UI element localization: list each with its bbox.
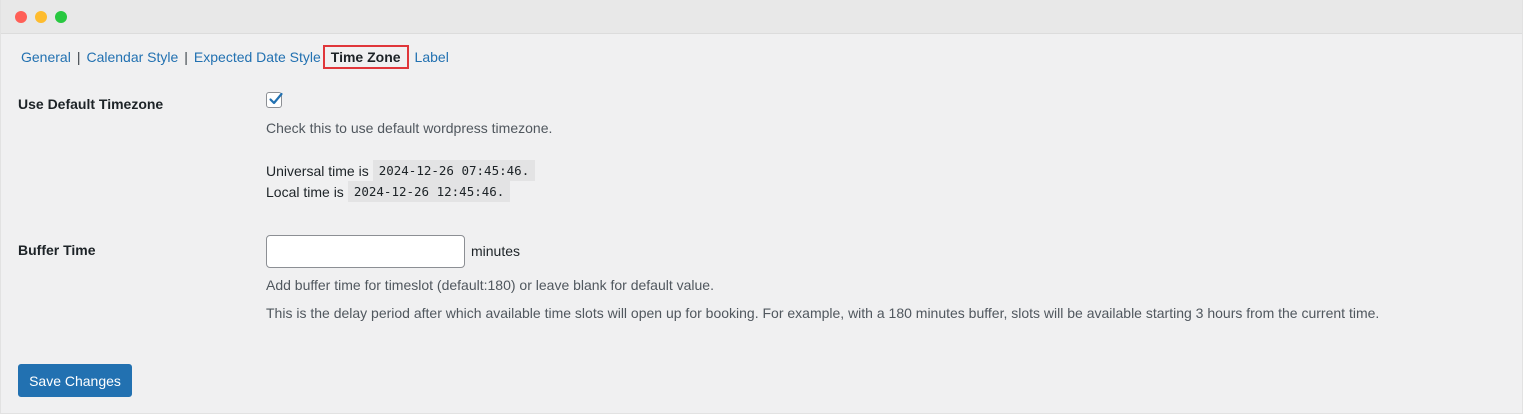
universal-time-line: Universal time is 2024-12-26 07:45:46. — [266, 160, 536, 181]
buffer-help-text: Add buffer time for timeslot (default:18… — [266, 277, 714, 293]
tab-calendar-style[interactable]: Calendar Style — [86, 49, 178, 65]
buffer-time-input[interactable] — [266, 235, 465, 268]
minimize-window-icon[interactable] — [35, 11, 47, 23]
universal-time-value: 2024-12-26 07:45:46. — [372, 160, 536, 181]
use-default-timezone-label: Use Default Timezone — [18, 96, 164, 112]
local-time-value: 2024-12-26 12:45:46. — [347, 181, 511, 202]
tab-expected-date-style[interactable]: Expected Date Style — [194, 49, 321, 65]
local-time-prefix: Local time is — [266, 183, 344, 200]
buffer-explanation-text: This is the delay period after which ava… — [266, 305, 1380, 321]
tab-separator: | — [76, 49, 81, 65]
settings-tabs: General | Calendar Style | Expected Date… — [21, 44, 449, 70]
tab-label[interactable]: Label — [415, 49, 449, 65]
timezone-description: Check this to use default wordpress time… — [266, 120, 553, 136]
title-bar — [1, 0, 1522, 34]
close-window-icon[interactable] — [15, 11, 27, 23]
maximize-window-icon[interactable] — [55, 11, 67, 23]
tab-time-zone[interactable]: Time Zone — [322, 45, 409, 69]
universal-time-prefix: Universal time is — [266, 162, 369, 179]
tab-separator: | — [184, 49, 188, 65]
buffer-time-label: Buffer Time — [18, 242, 96, 258]
use-default-timezone-checkbox[interactable] — [266, 92, 283, 108]
local-time-line: Local time is 2024-12-26 12:45:46. — [266, 181, 511, 202]
browser-window: General | Calendar Style | Expected Date… — [0, 0, 1523, 414]
tab-general[interactable]: General — [21, 49, 71, 65]
save-changes-button[interactable]: Save Changes — [18, 364, 132, 397]
checkmark-icon — [269, 92, 283, 105]
buffer-time-unit: minutes — [471, 243, 521, 259]
